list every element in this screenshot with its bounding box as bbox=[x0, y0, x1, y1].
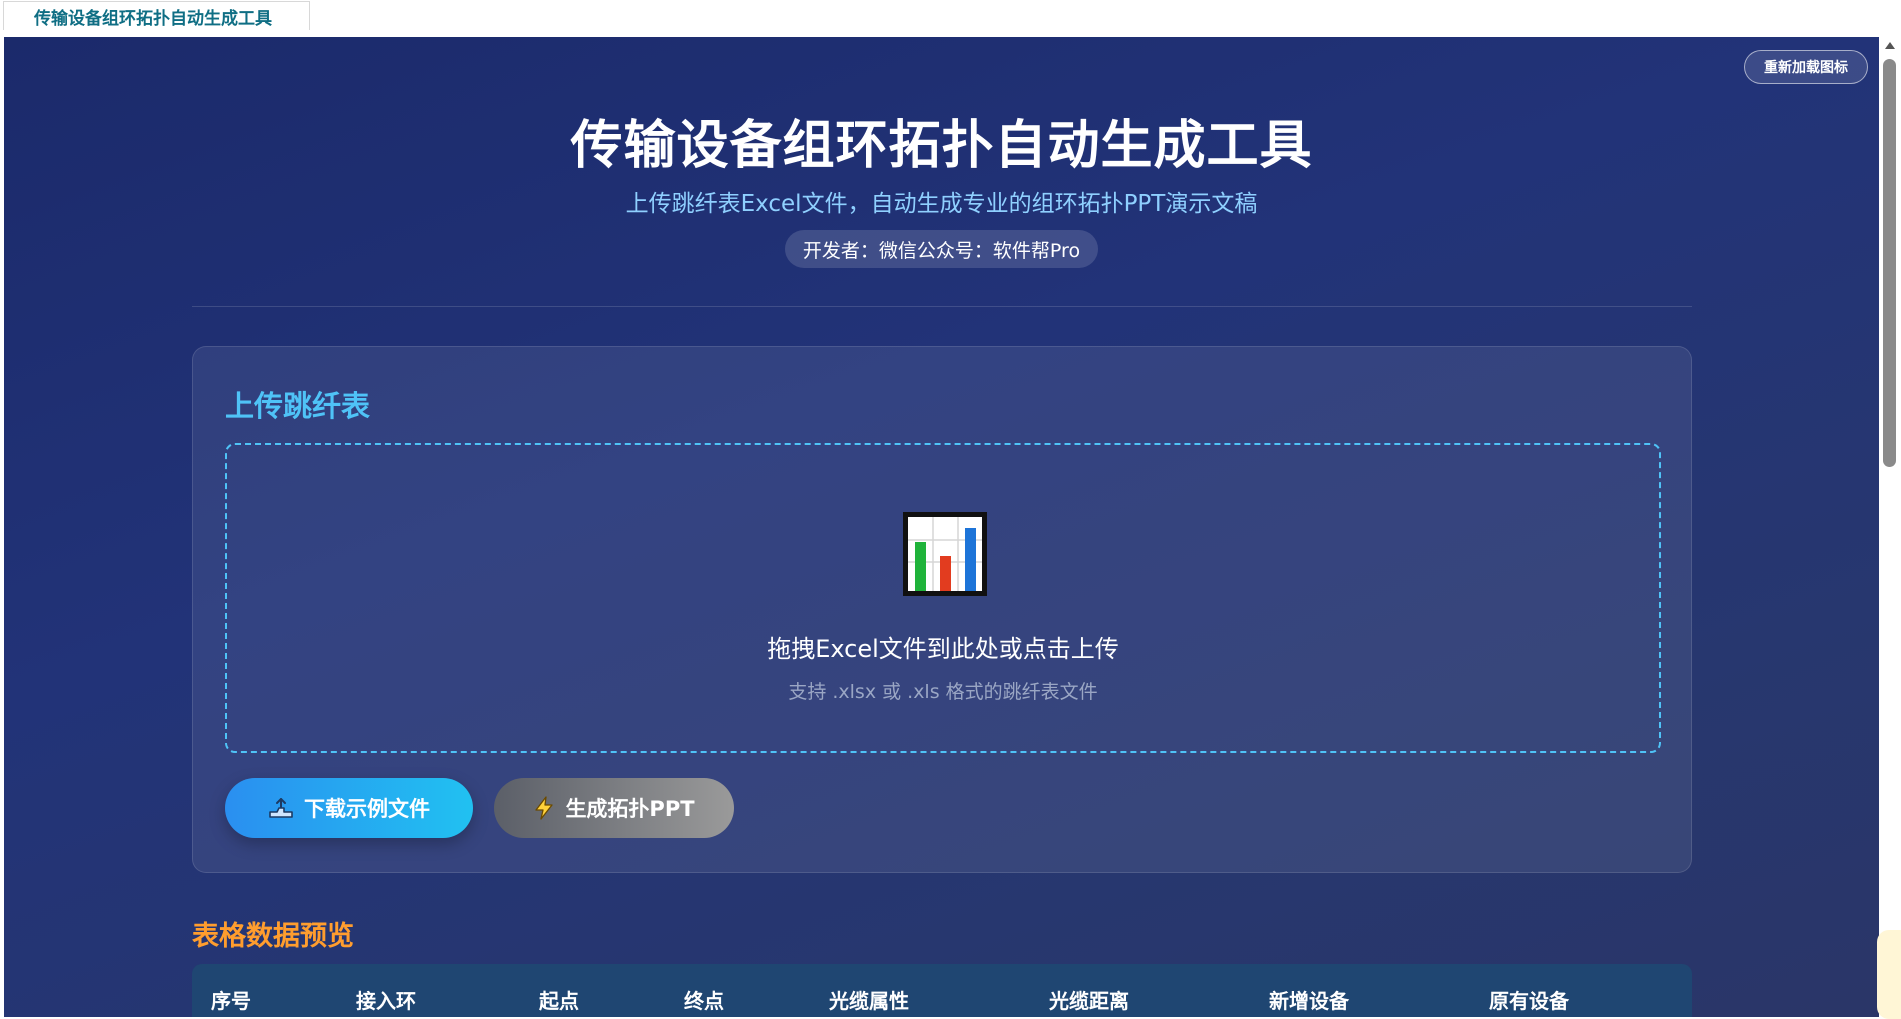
lightning-icon bbox=[533, 796, 555, 820]
hand-upload-icon bbox=[268, 797, 294, 819]
column-header[interactable]: 原有设备 bbox=[1489, 985, 1569, 1014]
app-viewport: 重新加载图标 传输设备组环拓扑自动生成工具 上传跳纤表Excel文件，自动生成专… bbox=[4, 37, 1879, 1017]
side-panel-tab[interactable] bbox=[1877, 930, 1901, 1019]
page-subtitle: 上传跳纤表Excel文件，自动生成专业的组环拓扑PPT演示文稿 bbox=[625, 191, 1258, 217]
upload-card: 上传跳纤表 拖拽Excel文件到此处或点击上传 支持 .xlsx 或 .xls … bbox=[192, 346, 1692, 873]
page-title: 传输设备组环拓扑自动生成工具 bbox=[570, 116, 1313, 176]
generate-ppt-label: 生成拓扑PPT bbox=[565, 797, 695, 821]
column-header[interactable]: 起点 bbox=[539, 985, 579, 1014]
reload-icons-button[interactable]: 重新加载图标 bbox=[1744, 50, 1868, 84]
column-header[interactable]: 光缆属性 bbox=[829, 985, 909, 1014]
upload-section-title: 上传跳纤表 bbox=[225, 389, 371, 423]
download-sample-button[interactable]: 下载示例文件 bbox=[225, 778, 473, 838]
dropzone-instruction: 拖拽Excel文件到此处或点击上传 bbox=[767, 635, 1119, 663]
file-dropzone[interactable]: 拖拽Excel文件到此处或点击上传 支持 .xlsx 或 .xls 格式的跳纤表… bbox=[225, 443, 1661, 753]
dropzone-hint: 支持 .xlsx 或 .xls 格式的跳纤表文件 bbox=[788, 681, 1098, 703]
column-header[interactable]: 序号 bbox=[211, 985, 251, 1014]
browser-tab[interactable]: 传输设备组环拓扑自动生成工具 bbox=[3, 1, 310, 30]
scroll-up-arrow-icon[interactable] bbox=[1885, 42, 1895, 49]
scroll-thumb[interactable] bbox=[1883, 59, 1896, 467]
preview-section-title: 表格数据预览 bbox=[192, 921, 354, 952]
column-header[interactable]: 光缆距离 bbox=[1049, 985, 1129, 1014]
bar-chart-icon bbox=[903, 512, 987, 596]
generate-ppt-button[interactable]: 生成拓扑PPT bbox=[494, 778, 734, 838]
preview-table-header: 序号 接入环 起点 终点 光缆属性 光缆距离 新增设备 原有设备 bbox=[192, 964, 1692, 1017]
developer-badge: 开发者：微信公众号：软件帮Pro bbox=[784, 230, 1099, 268]
header-divider bbox=[192, 306, 1692, 307]
column-header[interactable]: 新增设备 bbox=[1269, 985, 1349, 1014]
browser-tab-title: 传输设备组环拓扑自动生成工具 bbox=[34, 8, 272, 29]
download-sample-label: 下载示例文件 bbox=[304, 797, 430, 821]
browser-tab-strip: 传输设备组环拓扑自动生成工具 bbox=[0, 0, 1901, 36]
vertical-scrollbar[interactable] bbox=[1880, 37, 1901, 1017]
column-header[interactable]: 接入环 bbox=[356, 985, 416, 1014]
developer-pill-wrap: 开发者：微信公众号：软件帮Pro bbox=[4, 230, 1879, 268]
column-header[interactable]: 终点 bbox=[684, 985, 724, 1014]
